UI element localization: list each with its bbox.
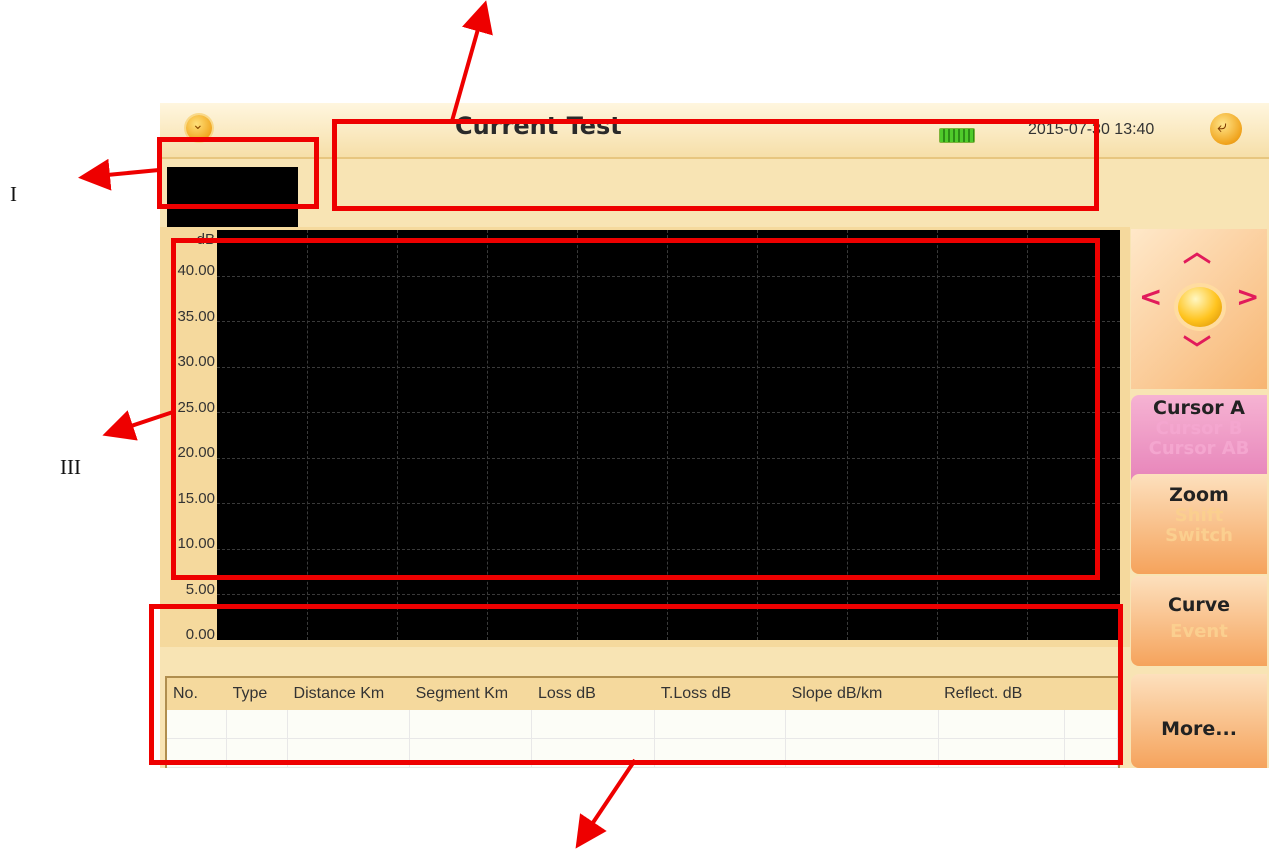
arrow-left-annotation-3 — [102, 410, 174, 441]
annotation-arrows — [78, 0, 637, 849]
arrow-down-annotation — [575, 758, 637, 849]
arrow-up-annotation — [450, 0, 493, 122]
arrow-left-annotation-1 — [78, 158, 160, 191]
